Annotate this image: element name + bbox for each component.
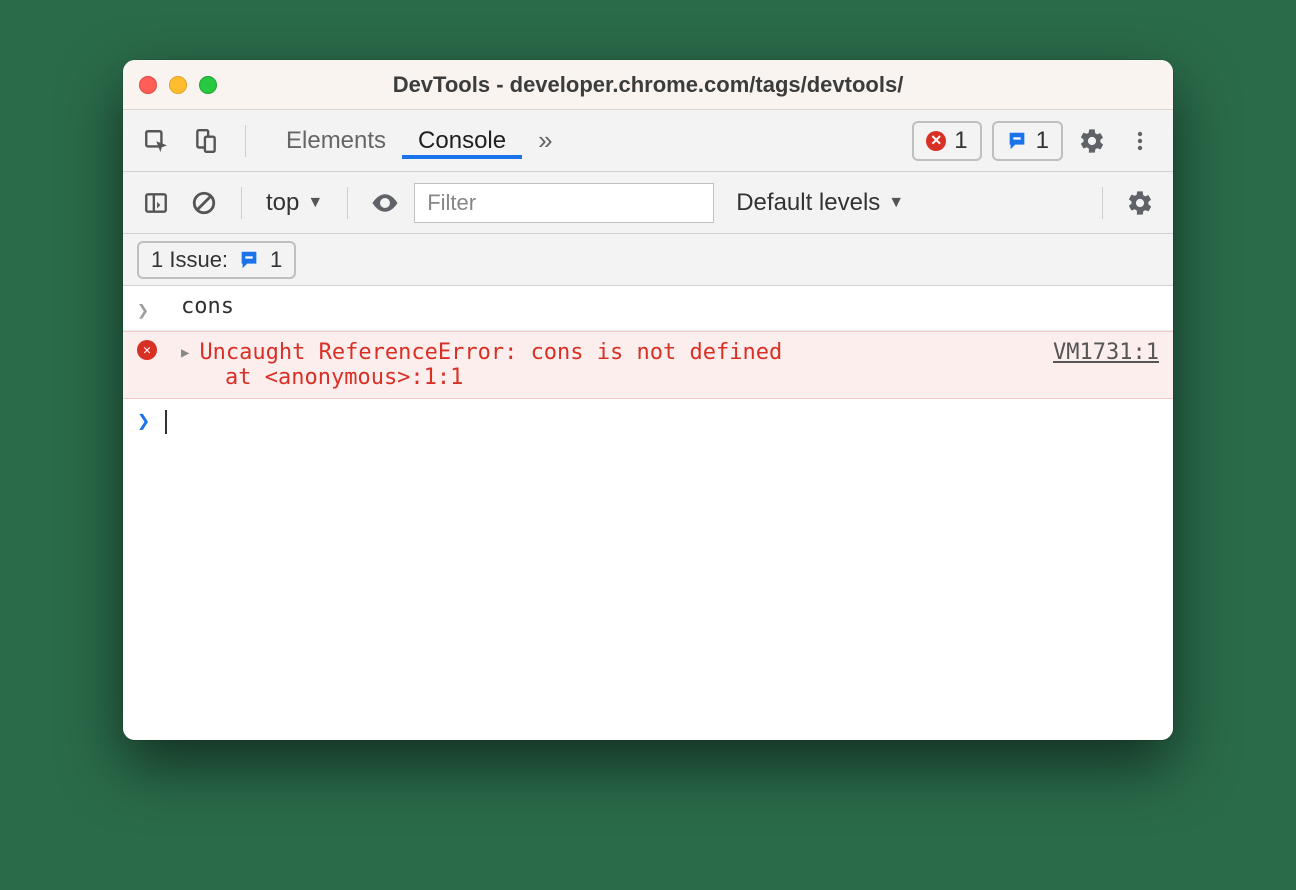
titlebar: DevTools - developer.chrome.com/tags/dev… bbox=[123, 60, 1173, 110]
settings-icon[interactable] bbox=[1073, 122, 1111, 160]
issues-chip[interactable]: 1 Issue: 1 bbox=[137, 241, 296, 279]
window-title: DevTools - developer.chrome.com/tags/dev… bbox=[123, 72, 1173, 98]
divider bbox=[347, 187, 348, 219]
expand-triangle-icon[interactable]: ▶ bbox=[181, 345, 189, 361]
prompt-chevron-icon: ❯ bbox=[137, 409, 165, 434]
maximize-window-button[interactable] bbox=[199, 76, 217, 94]
traffic-lights bbox=[139, 76, 217, 94]
toolbar-right: ✕ 1 1 bbox=[912, 121, 1159, 161]
toolbar-left: Elements Console » bbox=[137, 122, 569, 160]
kebab-menu-icon[interactable] bbox=[1121, 122, 1159, 160]
issues-count: 1 bbox=[1036, 127, 1049, 155]
issues-icon bbox=[238, 249, 260, 271]
caret-down-icon: ▼ bbox=[888, 194, 904, 212]
clear-console-icon[interactable] bbox=[185, 184, 223, 222]
divider bbox=[1102, 187, 1103, 219]
console-toolbar: top ▼ Default levels ▼ bbox=[123, 172, 1173, 234]
console-settings-icon[interactable] bbox=[1121, 184, 1159, 222]
devtools-window: DevTools - developer.chrome.com/tags/dev… bbox=[123, 60, 1173, 740]
execution-context-selector[interactable]: top ▼ bbox=[260, 189, 329, 217]
error-message: Uncaught ReferenceError: cons is not def… bbox=[199, 340, 782, 365]
error-count: 1 bbox=[954, 127, 967, 155]
issues-count: 1 bbox=[270, 247, 282, 273]
error-source-link[interactable]: VM1731:1 bbox=[1053, 340, 1159, 365]
filter-input[interactable] bbox=[414, 183, 714, 223]
issues-count-chip[interactable]: 1 bbox=[992, 121, 1063, 161]
chevron-double-right-icon: » bbox=[538, 125, 552, 156]
device-toggle-icon[interactable] bbox=[187, 122, 225, 160]
levels-label: Default levels bbox=[736, 189, 880, 217]
row-gutter: ❯ bbox=[137, 294, 181, 322]
inspect-element-icon[interactable] bbox=[137, 122, 175, 160]
console-body: ❯ cons ✕ ▶ Uncaught ReferenceError: cons… bbox=[123, 286, 1173, 740]
tab-more[interactable]: » bbox=[522, 125, 568, 156]
text-cursor bbox=[165, 410, 167, 434]
issues-label: 1 Issue: bbox=[151, 247, 228, 273]
live-expression-icon[interactable] bbox=[366, 184, 404, 222]
chevron-right-icon: ❯ bbox=[137, 298, 149, 322]
tab-console[interactable]: Console bbox=[402, 123, 522, 159]
console-prompt-row[interactable]: ❯ bbox=[123, 399, 1173, 444]
error-stack: at <anonymous>:1:1 bbox=[181, 365, 1159, 390]
log-levels-selector[interactable]: Default levels ▼ bbox=[736, 189, 904, 217]
divider bbox=[241, 187, 242, 219]
console-input-echo-row: ❯ cons bbox=[123, 286, 1173, 331]
close-window-button[interactable] bbox=[139, 76, 157, 94]
error-icon: ✕ bbox=[926, 131, 946, 151]
main-toolbar: Elements Console » ✕ 1 1 bbox=[123, 110, 1173, 172]
caret-down-icon: ▼ bbox=[307, 194, 323, 212]
issues-icon bbox=[1006, 130, 1028, 152]
context-label: top bbox=[266, 189, 299, 217]
console-error-row[interactable]: ✕ ▶ Uncaught ReferenceError: cons is not… bbox=[123, 331, 1173, 399]
issues-bar: 1 Issue: 1 bbox=[123, 234, 1173, 286]
panel-tabs: Elements Console » bbox=[270, 123, 569, 158]
divider bbox=[245, 125, 246, 157]
row-gutter: ✕ bbox=[137, 340, 181, 360]
error-icon: ✕ bbox=[137, 340, 157, 360]
show-console-sidebar-icon[interactable] bbox=[137, 184, 175, 222]
error-count-chip[interactable]: ✕ 1 bbox=[912, 121, 981, 161]
minimize-window-button[interactable] bbox=[169, 76, 187, 94]
input-echo-text: cons bbox=[181, 294, 234, 319]
tab-elements[interactable]: Elements bbox=[270, 127, 402, 155]
